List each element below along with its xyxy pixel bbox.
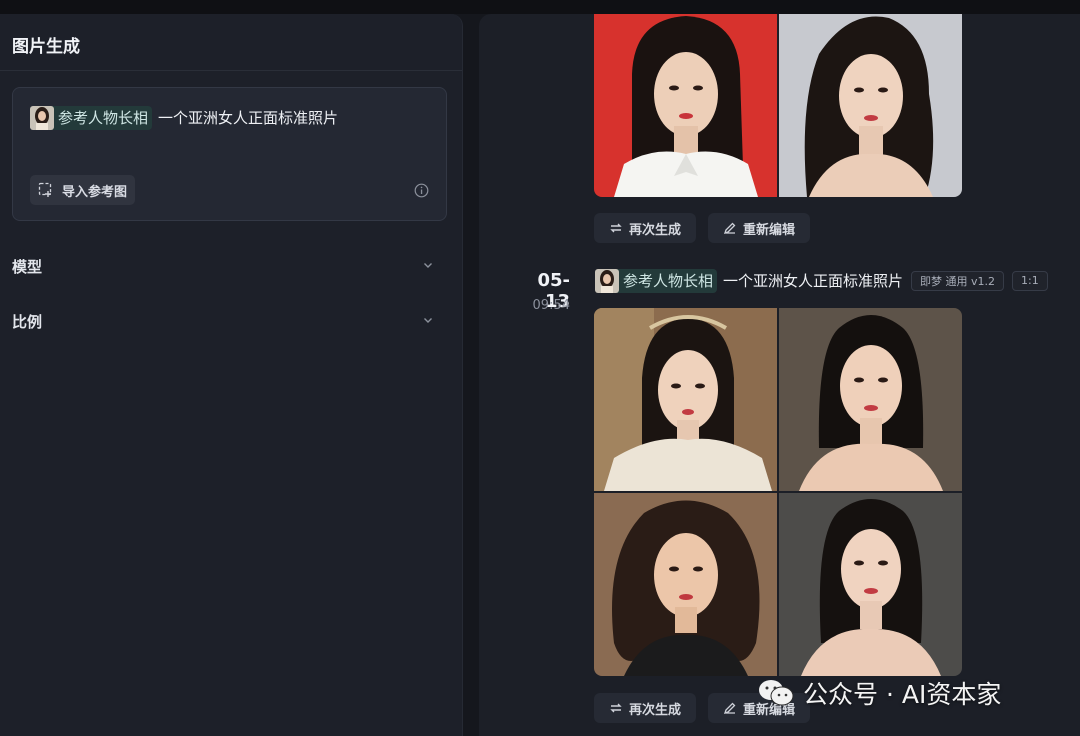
panel-title: 图片生成	[0, 14, 462, 71]
reference-chip[interactable]: 参考人物长相	[30, 105, 153, 130]
generated-image[interactable]	[779, 14, 962, 197]
import-reference-label: 导入参考图	[62, 184, 128, 200]
history-feed: 再次生成 重新编辑 05-13 09:54 参考人物长相 一个亚洲女人正面标准照…	[479, 14, 1080, 736]
model-tag: 即梦 通用 v1.2	[911, 270, 1005, 291]
reference-thumbnail	[30, 105, 54, 130]
reference-chip-label: 参考人物长相	[623, 272, 714, 290]
generation-panel: 图片生成 参考人物长相 一个亚洲女人正面标准照片 导入参考图 模型 比例	[0, 14, 463, 736]
reedit-button[interactable]: 重新编辑	[708, 213, 811, 243]
generated-image[interactable]	[594, 14, 777, 197]
watermark: 公众号 · AI资本家	[757, 675, 1001, 711]
generated-image[interactable]	[594, 493, 777, 676]
reference-chip-label: 参考人物长相	[58, 109, 149, 127]
prompt-text: 一个亚洲女人正面标准照片	[158, 109, 339, 127]
reference-chip[interactable]: 参考人物长相	[595, 268, 718, 293]
model-label[interactable]: 模型	[12, 256, 42, 277]
generated-image[interactable]	[594, 308, 777, 491]
pencil-icon	[723, 702, 736, 715]
reedit-label: 重新编辑	[743, 222, 796, 238]
regenerate-label: 再次生成	[629, 222, 682, 238]
pencil-icon	[723, 222, 736, 235]
history-prompt-text: 一个亚洲女人正面标准照片	[723, 272, 904, 290]
ratio-tag: 1:1	[1012, 270, 1048, 291]
chevron-down-icon[interactable]	[422, 259, 434, 271]
reference-thumbnail	[595, 268, 619, 293]
watermark-text: 公众号 · AI资本家	[803, 680, 1002, 709]
refresh-icon	[610, 223, 622, 233]
generated-image[interactable]	[779, 308, 962, 491]
prompt-line: 参考人物长相 一个亚洲女人正面标准照片	[30, 105, 338, 130]
ratio-label[interactable]: 比例	[12, 311, 42, 332]
info-icon[interactable]	[414, 183, 429, 198]
regenerate-button[interactable]: 再次生成	[594, 693, 697, 723]
import-reference-button[interactable]: 导入参考图	[30, 175, 136, 205]
refresh-icon	[610, 703, 622, 713]
image-import-icon	[38, 182, 52, 197]
regenerate-label: 再次生成	[629, 702, 682, 718]
prompt-box[interactable]: 参考人物长相 一个亚洲女人正面标准照片 导入参考图	[12, 87, 447, 221]
regenerate-button[interactable]: 再次生成	[594, 213, 697, 243]
history-prompt-row: 参考人物长相 一个亚洲女人正面标准照片 即梦 通用 v1.2 1:1	[595, 268, 1048, 293]
chevron-down-icon[interactable]	[422, 314, 434, 326]
wechat-icon	[759, 680, 794, 706]
top-bar	[0, 0, 1080, 14]
history-time: 09:54	[532, 298, 570, 313]
generated-image[interactable]	[779, 493, 962, 676]
